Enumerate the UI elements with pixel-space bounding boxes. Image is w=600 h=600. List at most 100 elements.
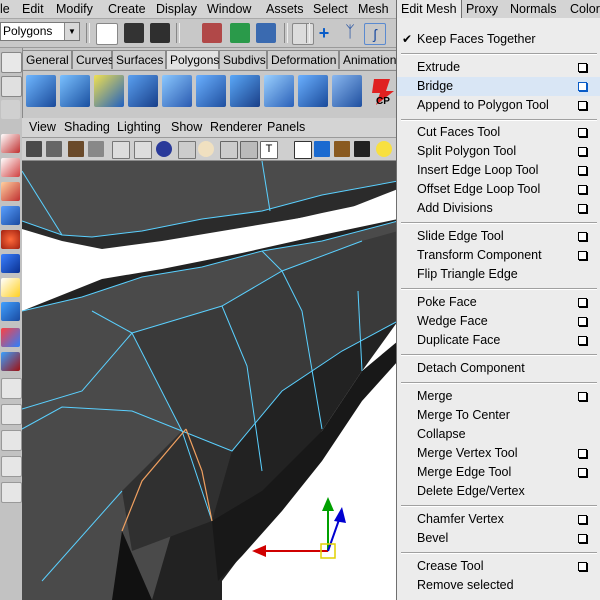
option-box-icon[interactable] <box>578 185 587 194</box>
menu-set-select[interactable]: Polygons ▼ <box>0 22 80 41</box>
menu-item-bevel[interactable]: Bevel <box>397 529 600 548</box>
option-box-icon[interactable] <box>578 562 587 571</box>
option-box-icon[interactable] <box>578 515 587 524</box>
bridge-icon[interactable] <box>230 75 260 107</box>
option-box-icon[interactable] <box>578 468 587 477</box>
menu-mesh[interactable]: Mesh <box>358 0 389 18</box>
menu-select[interactable]: Select <box>313 0 348 18</box>
option-box-icon[interactable] <box>578 128 587 137</box>
menu-modify[interactable]: Modify <box>56 0 93 18</box>
menu-item-split-polygon-tool[interactable]: Split Polygon Tool <box>397 142 600 161</box>
menu-item-merge-to-center[interactable]: Merge To Center <box>397 406 600 425</box>
wireframe-on-shaded-icon[interactable] <box>294 141 312 159</box>
four-pane-icon[interactable] <box>1 404 22 425</box>
option-box-icon[interactable] <box>578 392 587 401</box>
wireframe-icon[interactable] <box>220 141 238 159</box>
snap-curve-icon[interactable]: ᛉ <box>340 23 360 43</box>
persp-outliner-icon[interactable] <box>1 430 22 451</box>
camera-attr-icon[interactable] <box>46 141 62 157</box>
select-by-hierarchy-icon[interactable] <box>202 23 222 43</box>
menu-item-poke-face[interactable]: Poke Face <box>397 293 600 312</box>
option-box-icon[interactable] <box>578 449 587 458</box>
option-box-icon[interactable] <box>578 147 587 156</box>
show-manip-icon[interactable] <box>1 328 20 347</box>
merge-icon[interactable] <box>298 75 328 107</box>
tab-surfaces[interactable]: Surfaces <box>112 50 166 69</box>
extract-icon[interactable] <box>128 75 158 107</box>
panel-menu-lighting[interactable]: Lighting <box>117 119 161 136</box>
menu-file[interactable]: le <box>0 0 10 18</box>
menu-item-remove-selected[interactable]: Remove selected <box>397 576 600 595</box>
hypershade-layout-icon[interactable] <box>1 482 22 503</box>
2d-pan-icon[interactable] <box>112 141 130 159</box>
soft-mod-icon[interactable] <box>1 302 20 321</box>
menu-item-transform-component[interactable]: Transform Component <box>397 246 600 265</box>
option-box-icon[interactable] <box>578 298 587 307</box>
last-tool-icon[interactable] <box>1 352 20 371</box>
panel-menu-view[interactable]: View <box>29 119 56 136</box>
menu-item-merge[interactable]: Merge <box>397 387 600 406</box>
tab-polygons[interactable]: Polygons <box>166 50 219 69</box>
option-box-icon[interactable] <box>578 204 587 213</box>
menu-item-delete-edge-vertex[interactable]: Delete Edge/Vertex <box>397 482 600 501</box>
xray-icon[interactable] <box>314 141 330 157</box>
menu-window[interactable]: Window <box>207 0 251 18</box>
tab-general[interactable]: General <box>22 50 72 69</box>
option-box-icon[interactable] <box>578 317 587 326</box>
option-box-icon[interactable] <box>578 82 587 91</box>
extrude-icon[interactable] <box>196 75 226 107</box>
shadows-icon[interactable] <box>354 141 370 157</box>
menu-item-extrude[interactable]: Extrude <box>397 58 600 77</box>
grid-icon[interactable] <box>134 141 152 159</box>
snap-grid-icon[interactable]: + <box>314 23 334 43</box>
resolution-gate-icon[interactable] <box>178 141 196 159</box>
combine-icon[interactable] <box>60 75 90 107</box>
option-box-icon[interactable] <box>578 251 587 260</box>
menu-color[interactable]: Color <box>570 0 600 18</box>
paint-select-icon[interactable] <box>1 182 20 201</box>
open-scene-icon[interactable] <box>124 23 144 43</box>
scale-tool-icon[interactable] <box>1 254 20 273</box>
menu-item-duplicate-face[interactable]: Duplicate Face <box>397 331 600 350</box>
option-box-icon[interactable] <box>578 232 587 241</box>
menu-item-merge-vertex-tool[interactable]: Merge Vertex Tool <box>397 444 600 463</box>
menu-item-crease-tool[interactable]: Crease Tool <box>397 557 600 576</box>
option-box-icon[interactable] <box>578 166 587 175</box>
menu-item-offset-edge-loop-tool[interactable]: Offset Edge Loop Tool <box>397 180 600 199</box>
menu-item-keep-faces-together[interactable]: ✔ Keep Faces Together <box>397 30 600 49</box>
split-polygon-icon[interactable] <box>332 75 362 107</box>
menu-item-flip-triangle-edge[interactable]: Flip Triangle Edge <box>397 265 600 284</box>
poly-cube-icon[interactable] <box>26 75 56 107</box>
smooth-shade-icon[interactable] <box>240 141 258 159</box>
cp-icon[interactable]: CP <box>366 77 396 107</box>
menu-item-detach-component[interactable]: Detach Component <box>397 359 600 378</box>
option-box-icon[interactable] <box>578 336 587 345</box>
textured-icon[interactable]: T <box>260 141 278 159</box>
camera-select-icon[interactable] <box>26 141 42 157</box>
single-pane-icon[interactable] <box>1 378 22 399</box>
tab-deformation[interactable]: Deformation <box>267 50 339 69</box>
menu-item-collapse[interactable]: Collapse <box>397 425 600 444</box>
tab-subdivs[interactable]: Subdivs <box>219 50 267 69</box>
gate-mask-icon[interactable] <box>198 141 214 157</box>
use-default-material-icon[interactable] <box>334 141 350 157</box>
lasso-tool-icon[interactable] <box>1 158 20 177</box>
option-box-icon[interactable] <box>578 534 587 543</box>
menu-item-append-to-polygon-tool[interactable]: Append to Polygon Tool <box>397 96 600 115</box>
bookmark-icon[interactable] <box>68 141 84 157</box>
option-box-icon[interactable] <box>578 101 587 110</box>
menu-item-cut-faces-tool[interactable]: Cut Faces Tool <box>397 123 600 142</box>
select-by-object-icon[interactable] <box>230 23 250 43</box>
snap-point-icon[interactable]: ʃ <box>364 23 386 45</box>
menu-item-chamfer-vertex[interactable]: Chamfer Vertex <box>397 510 600 529</box>
append-polygon-icon[interactable] <box>264 75 294 107</box>
persp-graph-icon[interactable] <box>1 456 22 477</box>
all-lights-icon[interactable] <box>376 141 392 157</box>
menu-edit[interactable]: Edit <box>22 0 44 18</box>
panel-menu-renderer[interactable]: Renderer <box>210 119 262 136</box>
panel-menu-shading[interactable]: Shading <box>64 119 110 136</box>
menu-item-merge-edge-tool[interactable]: Merge Edge Tool <box>397 463 600 482</box>
menu-proxy[interactable]: Proxy <box>466 0 498 18</box>
perspective-viewport[interactable] <box>22 161 398 600</box>
tab-curves[interactable]: Curves <box>72 50 114 69</box>
